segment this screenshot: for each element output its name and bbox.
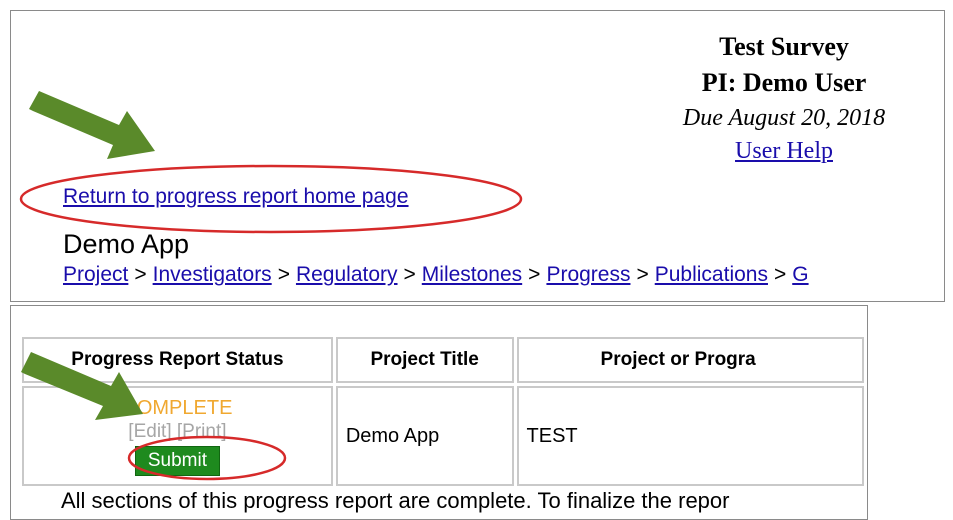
status-table: Progress Report Status Project Title Pro…	[19, 334, 867, 489]
table-row: COMPLETE [Edit] [Print] Submit Demo App …	[22, 386, 864, 486]
breadcrumb-publications[interactable]: Publications	[655, 263, 768, 286]
survey-pi: PI: Demo User	[701, 68, 867, 97]
status-cell: COMPLETE [Edit] [Print] Submit	[22, 386, 333, 486]
breadcrumb-separator: >	[134, 263, 147, 286]
survey-header: Test Survey PI: Demo User Due August 20,…	[654, 29, 914, 167]
table-header-row: Progress Report Status Project Title Pro…	[22, 337, 864, 383]
breadcrumb-project[interactable]: Project	[63, 263, 128, 286]
print-link[interactable]: [Print]	[177, 421, 227, 442]
bottom-panel: Progress Report Status Project Title Pro…	[10, 305, 868, 520]
breadcrumb-investigators[interactable]: Investigators	[153, 263, 272, 286]
completion-message: All sections of this progress report are…	[61, 488, 730, 513]
user-help-link[interactable]: User Help	[654, 135, 914, 167]
breadcrumb-milestones[interactable]: Milestones	[422, 263, 522, 286]
survey-title: Test Survey	[719, 32, 849, 61]
top-panel: Test Survey PI: Demo User Due August 20,…	[10, 10, 945, 302]
breadcrumb-g[interactable]: G	[792, 263, 808, 286]
breadcrumb: Project > Investigators > Regulatory > Milesto…	[63, 263, 809, 287]
header-project-program: Project or Progra	[516, 337, 864, 383]
breadcrumb-regulatory[interactable]: Regulatory	[296, 263, 398, 286]
header-progress-status: Progress Report Status	[22, 337, 333, 383]
breadcrumb-separator: >	[528, 263, 541, 286]
survey-due-date: Due August 20, 2018	[682, 105, 886, 131]
return-home-link[interactable]: Return to progress report home page	[63, 185, 409, 209]
app-name: Demo App	[63, 229, 190, 259]
project-program-cell: TEST	[516, 386, 864, 486]
status-complete-label: COMPLETE	[122, 397, 233, 419]
edit-link[interactable]: [Edit]	[128, 421, 171, 442]
breadcrumb-separator: >	[403, 263, 416, 286]
breadcrumb-separator: >	[773, 263, 787, 286]
header-project-title: Project Title	[335, 337, 514, 383]
breadcrumb-separator: >	[277, 263, 290, 286]
arrow-annotation-icon	[29, 91, 155, 159]
status-actions: [Edit] [Print]	[25, 420, 330, 444]
breadcrumb-progress[interactable]: Progress	[546, 263, 630, 286]
project-title-cell: Demo App	[335, 386, 514, 486]
breadcrumb-separator: >	[636, 263, 649, 286]
submit-button[interactable]: Submit	[134, 446, 220, 476]
